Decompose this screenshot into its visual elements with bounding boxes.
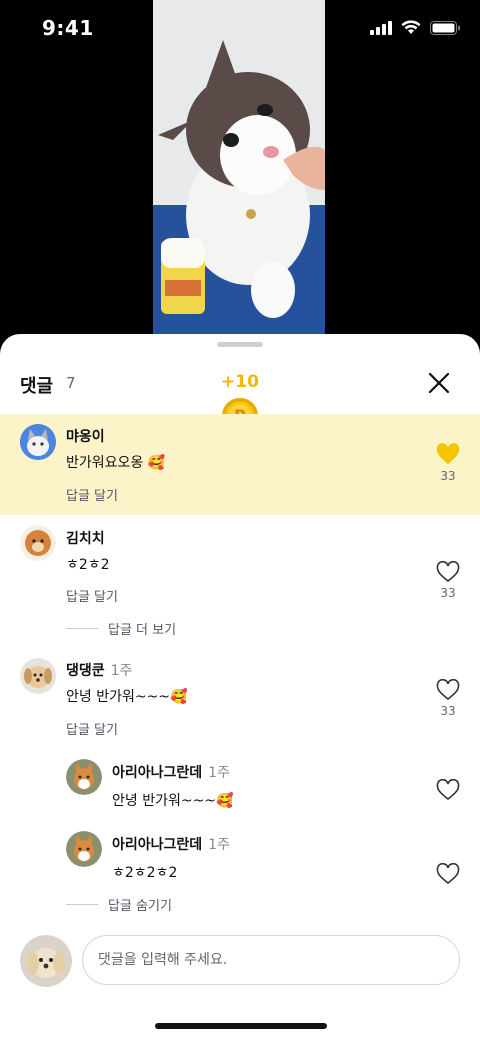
comment-item: 김치치 ㅎ2ㅎ2 답글 달기 33 답글 더 보기 — [0, 515, 480, 638]
sheet-drag-handle[interactable] — [217, 342, 263, 347]
like-count: 33 — [440, 704, 456, 718]
comment-text: 안녕 반가워~~~🥰 — [66, 689, 188, 705]
avatar[interactable] — [20, 525, 56, 561]
comment-input-wrapper — [82, 935, 460, 985]
signal-icon — [370, 20, 392, 35]
divider-line — [66, 904, 98, 905]
more-replies-button[interactable]: 답글 더 보기 — [66, 619, 176, 638]
like-count: 33 — [440, 469, 456, 483]
home-indicator[interactable] — [155, 1023, 327, 1029]
divider-line — [66, 628, 98, 629]
reward-label: +10 — [220, 372, 260, 392]
sheet-title: 댓글 — [20, 376, 54, 397]
comment-author-name: 댕댕쿤 — [66, 663, 105, 679]
reply-text: ㅎ2ㅎ2ㅎ2 — [112, 865, 178, 881]
more-replies-label: 답글 더 보기 — [108, 623, 177, 638]
reply-author[interactable]: 아리아나그란데 1주 — [112, 762, 230, 782]
status-bar: 9:41 — [0, 0, 480, 60]
comment-input[interactable] — [83, 936, 459, 984]
wifi-icon — [401, 20, 421, 34]
avatar[interactable] — [20, 658, 56, 694]
comment-item: 먀옹이 반가워요오옹 🥰 답글 달기 33 — [0, 414, 480, 515]
battery-icon — [430, 20, 460, 35]
comment-text: 반가워요오옹 🥰 — [66, 455, 166, 471]
reply-time: 1주 — [208, 837, 230, 853]
my-avatar — [20, 935, 72, 987]
avatar[interactable] — [20, 424, 56, 460]
reply-author-name: 아리아나그란데 — [112, 837, 203, 853]
heart-filled-icon[interactable] — [436, 443, 460, 465]
heart-outline-icon[interactable] — [436, 779, 460, 801]
avatar[interactable] — [66, 759, 102, 795]
reply-time: 1주 — [208, 765, 230, 781]
like-count: 33 — [440, 586, 456, 600]
heart-outline-icon[interactable] — [436, 863, 460, 885]
reward-text: +10 — [221, 372, 259, 392]
reply-author-name: 아리아나그란데 — [112, 765, 203, 781]
reply-author[interactable]: 아리아나그란데 1주 — [112, 834, 230, 854]
hide-replies-label: 답글 숨기기 — [108, 899, 172, 914]
status-icons — [370, 20, 460, 35]
comments-sheet: 댓글 7 +10 P 먀옹이 반가워요오옹 🥰 답글 달기 33 — [0, 334, 480, 1040]
hide-replies-button[interactable]: 답글 숨기기 — [66, 895, 172, 914]
comment-author[interactable]: 먀옹이 — [66, 426, 105, 446]
status-time: 9:41 — [42, 16, 94, 40]
close-icon[interactable] — [424, 368, 454, 398]
reply-button[interactable]: 답글 달기 — [66, 719, 118, 738]
comment-item: 댕댕쿤 1주 안녕 반가워~~~🥰 답글 달기 33 아리아나그란데 1주 안녕… — [0, 652, 480, 922]
reply-text: 안녕 반가워~~~🥰 — [112, 793, 234, 809]
comment-text: ㅎ2ㅎ2 — [66, 557, 110, 573]
reply-button[interactable]: 답글 달기 — [66, 586, 118, 605]
heart-outline-icon[interactable] — [436, 679, 460, 701]
comment-author[interactable]: 김치치 — [66, 528, 105, 548]
heart-outline-icon[interactable] — [436, 561, 460, 583]
comment-time: 1주 — [110, 663, 133, 679]
comment-author[interactable]: 댕댕쿤 1주 — [66, 660, 132, 680]
reply-button[interactable]: 답글 달기 — [66, 485, 118, 504]
avatar[interactable] — [66, 831, 102, 867]
comment-count: 7 — [66, 374, 76, 392]
